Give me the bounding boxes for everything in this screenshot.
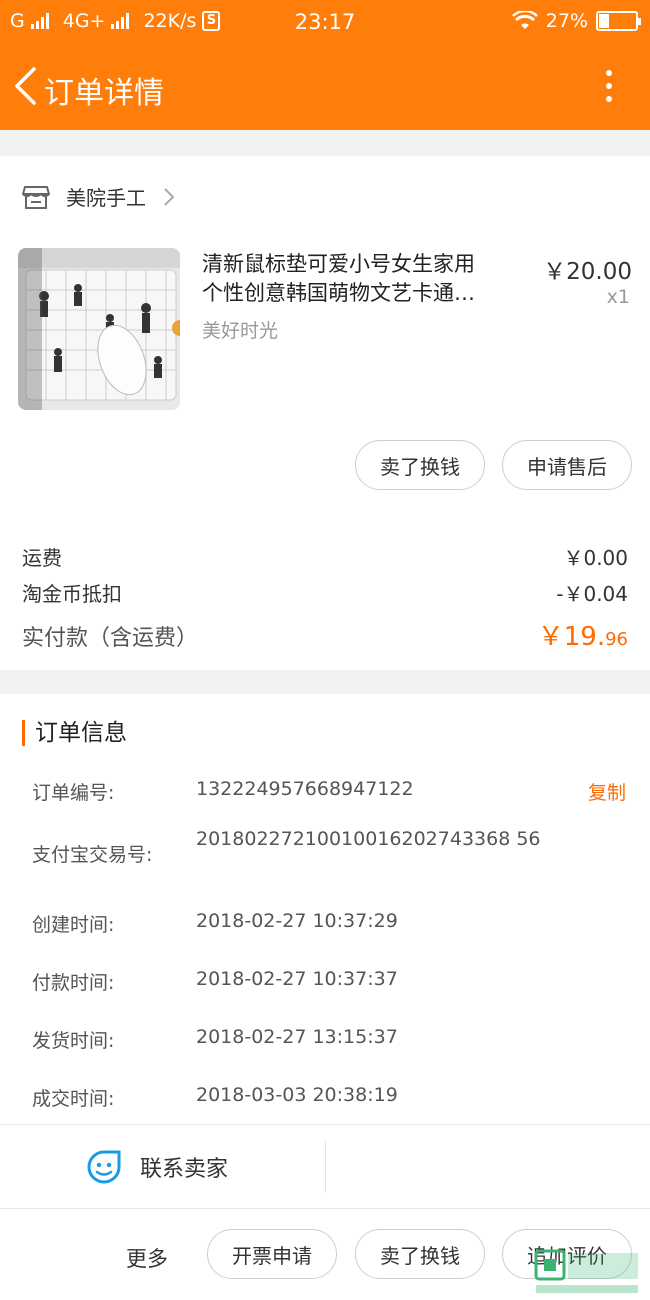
more-button[interactable]: 更多 xyxy=(126,1243,168,1273)
total-decimal: 96 xyxy=(605,629,628,650)
contact-bar: 联系卖家 xyxy=(0,1124,650,1208)
product-sku: 美好时光 xyxy=(202,320,279,342)
chevron-right-icon xyxy=(164,187,175,206)
shipping-label: 运费 xyxy=(22,546,62,570)
total-label: 实付款（含运费） xyxy=(22,626,199,651)
created-time-value: 2018-02-27 10:37:29 xyxy=(196,910,398,932)
wifi-icon xyxy=(511,11,538,29)
done-time-value: 2018-03-03 20:38:19 xyxy=(196,1084,398,1106)
total-row: 实付款（含运费） ￥19.96 xyxy=(22,616,628,653)
product-title[interactable]: 清新鼠标垫可爱小号女生家用 个性创意韩国萌物文艺卡通… xyxy=(202,250,518,308)
sell-button-bottom[interactable]: 卖了换钱 xyxy=(355,1229,485,1279)
total-value: ￥19.96 xyxy=(538,616,628,653)
bottom-action-bar: 更多 开票申请 卖了换钱 追加评价 xyxy=(0,1208,650,1300)
page-title: 订单详情 xyxy=(44,76,164,111)
created-time-label: 创建时间: xyxy=(32,914,115,936)
shipping-row: 运费 ￥0.00 xyxy=(22,542,628,571)
shipped-time-value: 2018-02-27 13:15:37 xyxy=(196,1026,398,1048)
alipay-no-value: 20180227210010016202743368 56 xyxy=(196,828,541,850)
watermark-logo xyxy=(534,1249,638,1293)
coin-row: 淘金币抵扣 -￥0.04 xyxy=(22,578,628,607)
shipping-value: ￥0.00 xyxy=(563,546,628,570)
sell-button[interactable]: 卖了换钱 xyxy=(355,440,485,490)
total-int: ￥19. xyxy=(537,622,606,652)
paid-time-value: 2018-02-27 10:37:37 xyxy=(196,968,398,990)
shipped-time-label: 发货时间: xyxy=(32,1030,115,1052)
more-menu-icon[interactable] xyxy=(604,70,614,106)
back-arrow-icon[interactable] xyxy=(12,66,40,106)
coin-label: 淘金币抵扣 xyxy=(22,582,122,606)
invoice-button[interactable]: 开票申请 xyxy=(207,1229,337,1279)
status-bar: G 4G+ 22K/s S 23:17 27% xyxy=(0,0,650,44)
copy-button[interactable]: 复制 xyxy=(588,778,626,805)
product-title-line-2: 个性创意韩国萌物文艺卡通… xyxy=(202,281,475,305)
contact-seller-label: 联系卖家 xyxy=(140,1157,229,1182)
top-bar: G 4G+ 22K/s S 23:17 27% 订单详情 xyxy=(0,0,650,130)
coin-value: -￥0.04 xyxy=(556,582,628,606)
order-info-heading: 订单信息 xyxy=(22,720,127,746)
battery-percent: 27% xyxy=(545,10,588,32)
store-icon xyxy=(22,185,50,209)
battery-icon xyxy=(596,11,641,31)
order-card: 美院手工 清新鼠标垫可爱小号女生家用 个性创意韩国萌物文艺卡通… 美好时光 ￥2… xyxy=(0,156,650,670)
shop-link[interactable]: 美院手工 xyxy=(22,182,176,211)
order-no-label: 订单编号: xyxy=(32,782,115,804)
product-title-line-1: 清新鼠标垫可爱小号女生家用 xyxy=(202,252,475,276)
after-sale-button[interactable]: 申请售后 xyxy=(502,440,632,490)
contact-seller-button[interactable]: 联系卖家 xyxy=(86,1149,228,1185)
alipay-no-label: 支付宝交易号: xyxy=(32,844,153,866)
nav-header: 订单详情 xyxy=(0,44,650,130)
product-image[interactable] xyxy=(18,248,180,410)
chat-face-icon xyxy=(87,1150,121,1184)
order-info-section: 订单信息 订单编号: 132224957668947122 复制 支付宝交易号:… xyxy=(0,694,650,1124)
shop-name: 美院手工 xyxy=(66,186,146,210)
done-time-label: 成交时间: xyxy=(32,1088,115,1110)
divider xyxy=(325,1141,326,1193)
product-quantity: x1 xyxy=(606,286,630,308)
paid-time-label: 付款时间: xyxy=(32,972,115,994)
order-no-value: 132224957668947122 xyxy=(196,778,414,800)
product-price: ￥20.00 xyxy=(543,259,632,285)
